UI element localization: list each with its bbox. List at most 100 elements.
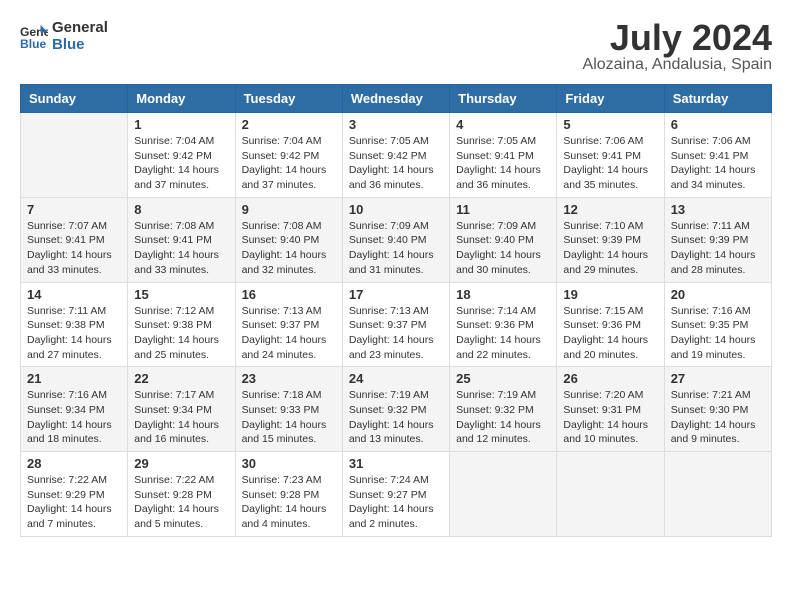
day-info: Sunrise: 7:21 AMSunset: 9:30 PMDaylight:… — [671, 388, 765, 447]
day-info: Sunrise: 7:04 AMSunset: 9:42 PMDaylight:… — [134, 134, 228, 193]
day-info: Sunrise: 7:08 AMSunset: 9:41 PMDaylight:… — [134, 219, 228, 278]
day-number: 18 — [456, 287, 550, 302]
day-info: Sunrise: 7:16 AMSunset: 9:35 PMDaylight:… — [671, 304, 765, 363]
day-info: Sunrise: 7:19 AMSunset: 9:32 PMDaylight:… — [456, 388, 550, 447]
day-number: 6 — [671, 117, 765, 132]
calendar-cell: 6 Sunrise: 7:06 AMSunset: 9:41 PMDaylight… — [664, 113, 771, 198]
day-number: 21 — [27, 371, 121, 386]
day-info: Sunrise: 7:06 AMSunset: 9:41 PMDaylight:… — [563, 134, 657, 193]
day-info: Sunrise: 7:08 AMSunset: 9:40 PMDaylight:… — [242, 219, 336, 278]
calendar-cell: 21 Sunrise: 7:16 AMSunset: 9:34 PMDayligh… — [21, 367, 128, 452]
day-number: 8 — [134, 202, 228, 217]
calendar-cell: 27 Sunrise: 7:21 AMSunset: 9:30 PMDayligh… — [664, 367, 771, 452]
day-info: Sunrise: 7:06 AMSunset: 9:41 PMDaylight:… — [671, 134, 765, 193]
logo: General Blue General Blue — [20, 20, 108, 53]
calendar-cell: 19 Sunrise: 7:15 AMSunset: 9:36 PMDayligh… — [557, 282, 664, 367]
calendar-body: 1 Sunrise: 7:04 AMSunset: 9:42 PMDaylight… — [21, 113, 772, 537]
day-number: 5 — [563, 117, 657, 132]
calendar-week-row: 28 Sunrise: 7:22 AMSunset: 9:29 PMDayligh… — [21, 452, 772, 537]
day-info: Sunrise: 7:20 AMSunset: 9:31 PMDaylight:… — [563, 388, 657, 447]
day-number: 24 — [349, 371, 443, 386]
calendar-cell — [450, 452, 557, 537]
calendar-cell — [557, 452, 664, 537]
logo-icon: General Blue — [20, 23, 48, 51]
calendar-cell: 7Sunrise: 7:07 AMSunset: 9:41 PMDaylight… — [21, 197, 128, 282]
calendar-cell: 17Sunrise: 7:13 AMSunset: 9:37 PMDayligh… — [342, 282, 449, 367]
calendar-cell — [21, 113, 128, 198]
header-saturday: Saturday — [664, 85, 771, 113]
calendar-cell: 3Sunrise: 7:05 AMSunset: 9:42 PMDaylight… — [342, 113, 449, 198]
calendar-cell: 14 Sunrise: 7:11 AMSunset: 9:38 PMDayligh… — [21, 282, 128, 367]
calendar-cell: 18Sunrise: 7:14 AMSunset: 9:36 PMDayligh… — [450, 282, 557, 367]
day-info: Sunrise: 7:13 AMSunset: 9:37 PMDaylight:… — [242, 304, 336, 363]
day-number: 9 — [242, 202, 336, 217]
day-number: 2 — [242, 117, 336, 132]
day-number: 29 — [134, 456, 228, 471]
header-monday: Monday — [128, 85, 235, 113]
day-info: Sunrise: 7:24 AMSunset: 9:27 PMDaylight:… — [349, 473, 443, 532]
calendar-cell: 1 Sunrise: 7:04 AMSunset: 9:42 PMDaylight… — [128, 113, 235, 198]
day-info: Sunrise: 7:07 AMSunset: 9:41 PMDaylight:… — [27, 219, 121, 278]
day-number: 31 — [349, 456, 443, 471]
day-number: 19 — [563, 287, 657, 302]
calendar-cell: 4 Sunrise: 7:05 AMSunset: 9:41 PMDaylight… — [450, 113, 557, 198]
day-info: Sunrise: 7:23 AMSunset: 9:28 PMDaylight:… — [242, 473, 336, 532]
day-number: 17 — [349, 287, 443, 302]
day-info: Sunrise: 7:11 AMSunset: 9:39 PMDaylight:… — [671, 219, 765, 278]
page-header: General Blue General Blue July 2024 Aloz… — [20, 20, 772, 74]
day-number: 14 — [27, 287, 121, 302]
day-info: Sunrise: 7:22 AMSunset: 9:28 PMDaylight:… — [134, 473, 228, 532]
day-info: Sunrise: 7:05 AMSunset: 9:42 PMDaylight:… — [349, 134, 443, 193]
day-info: Sunrise: 7:05 AMSunset: 9:41 PMDaylight:… — [456, 134, 550, 193]
day-number: 30 — [242, 456, 336, 471]
day-info: Sunrise: 7:11 AMSunset: 9:38 PMDaylight:… — [27, 304, 121, 363]
day-info: Sunrise: 7:15 AMSunset: 9:36 PMDaylight:… — [563, 304, 657, 363]
svg-text:Blue: Blue — [20, 37, 47, 51]
calendar-cell: 29 Sunrise: 7:22 AMSunset: 9:28 PMDayligh… — [128, 452, 235, 537]
day-number: 25 — [456, 371, 550, 386]
day-number: 26 — [563, 371, 657, 386]
calendar-cell — [664, 452, 771, 537]
day-info: Sunrise: 7:09 AMSunset: 9:40 PMDaylight:… — [349, 219, 443, 278]
header-sunday: Sunday — [21, 85, 128, 113]
calendar-cell: 12 Sunrise: 7:10 AMSunset: 9:39 PMDayligh… — [557, 197, 664, 282]
calendar-cell: 11Sunrise: 7:09 AMSunset: 9:40 PMDayligh… — [450, 197, 557, 282]
day-number: 4 — [456, 117, 550, 132]
logo-general: General — [52, 20, 108, 37]
day-info: Sunrise: 7:12 AMSunset: 9:38 PMDaylight:… — [134, 304, 228, 363]
day-number: 27 — [671, 371, 765, 386]
location-subtitle: Alozaina, Andalusia, Spain — [583, 56, 772, 74]
day-number: 12 — [563, 202, 657, 217]
header-tuesday: Tuesday — [235, 85, 342, 113]
calendar-cell: 31 Sunrise: 7:24 AMSunset: 9:27 PMDayligh… — [342, 452, 449, 537]
calendar-cell: 16Sunrise: 7:13 AMSunset: 9:37 PMDayligh… — [235, 282, 342, 367]
day-info: Sunrise: 7:18 AMSunset: 9:33 PMDaylight:… — [242, 388, 336, 447]
calendar-cell: 20Sunrise: 7:16 AMSunset: 9:35 PMDayligh… — [664, 282, 771, 367]
calendar-cell: 15Sunrise: 7:12 AMSunset: 9:38 PMDayligh… — [128, 282, 235, 367]
calendar-week-row: 1 Sunrise: 7:04 AMSunset: 9:42 PMDaylight… — [21, 113, 772, 198]
calendar-cell: 25 Sunrise: 7:19 AMSunset: 9:32 PMDayligh… — [450, 367, 557, 452]
calendar-cell: 23 Sunrise: 7:18 AMSunset: 9:33 PMDayligh… — [235, 367, 342, 452]
day-number: 23 — [242, 371, 336, 386]
logo-blue: Blue — [52, 37, 108, 54]
calendar-cell: 10Sunrise: 7:09 AMSunset: 9:40 PMDayligh… — [342, 197, 449, 282]
day-info: Sunrise: 7:16 AMSunset: 9:34 PMDaylight:… — [27, 388, 121, 447]
day-info: Sunrise: 7:22 AMSunset: 9:29 PMDaylight:… — [27, 473, 121, 532]
header-thursday: Thursday — [450, 85, 557, 113]
month-year-title: July 2024 — [583, 20, 772, 56]
day-number: 28 — [27, 456, 121, 471]
calendar-week-row: 7Sunrise: 7:07 AMSunset: 9:41 PMDaylight… — [21, 197, 772, 282]
calendar-week-row: 14 Sunrise: 7:11 AMSunset: 9:38 PMDayligh… — [21, 282, 772, 367]
day-number: 22 — [134, 371, 228, 386]
calendar-cell: 5 Sunrise: 7:06 AMSunset: 9:41 PMDaylight… — [557, 113, 664, 198]
calendar-cell: 28 Sunrise: 7:22 AMSunset: 9:29 PMDayligh… — [21, 452, 128, 537]
calendar-cell: 30 Sunrise: 7:23 AMSunset: 9:28 PMDayligh… — [235, 452, 342, 537]
calendar-cell: 13Sunrise: 7:11 AMSunset: 9:39 PMDayligh… — [664, 197, 771, 282]
header-wednesday: Wednesday — [342, 85, 449, 113]
day-info: Sunrise: 7:10 AMSunset: 9:39 PMDaylight:… — [563, 219, 657, 278]
day-info: Sunrise: 7:19 AMSunset: 9:32 PMDaylight:… — [349, 388, 443, 447]
day-number: 11 — [456, 202, 550, 217]
day-info: Sunrise: 7:04 AMSunset: 9:42 PMDaylight:… — [242, 134, 336, 193]
calendar-table: SundayMondayTuesdayWednesdayThursdayFrid… — [20, 84, 772, 537]
day-number: 1 — [134, 117, 228, 132]
